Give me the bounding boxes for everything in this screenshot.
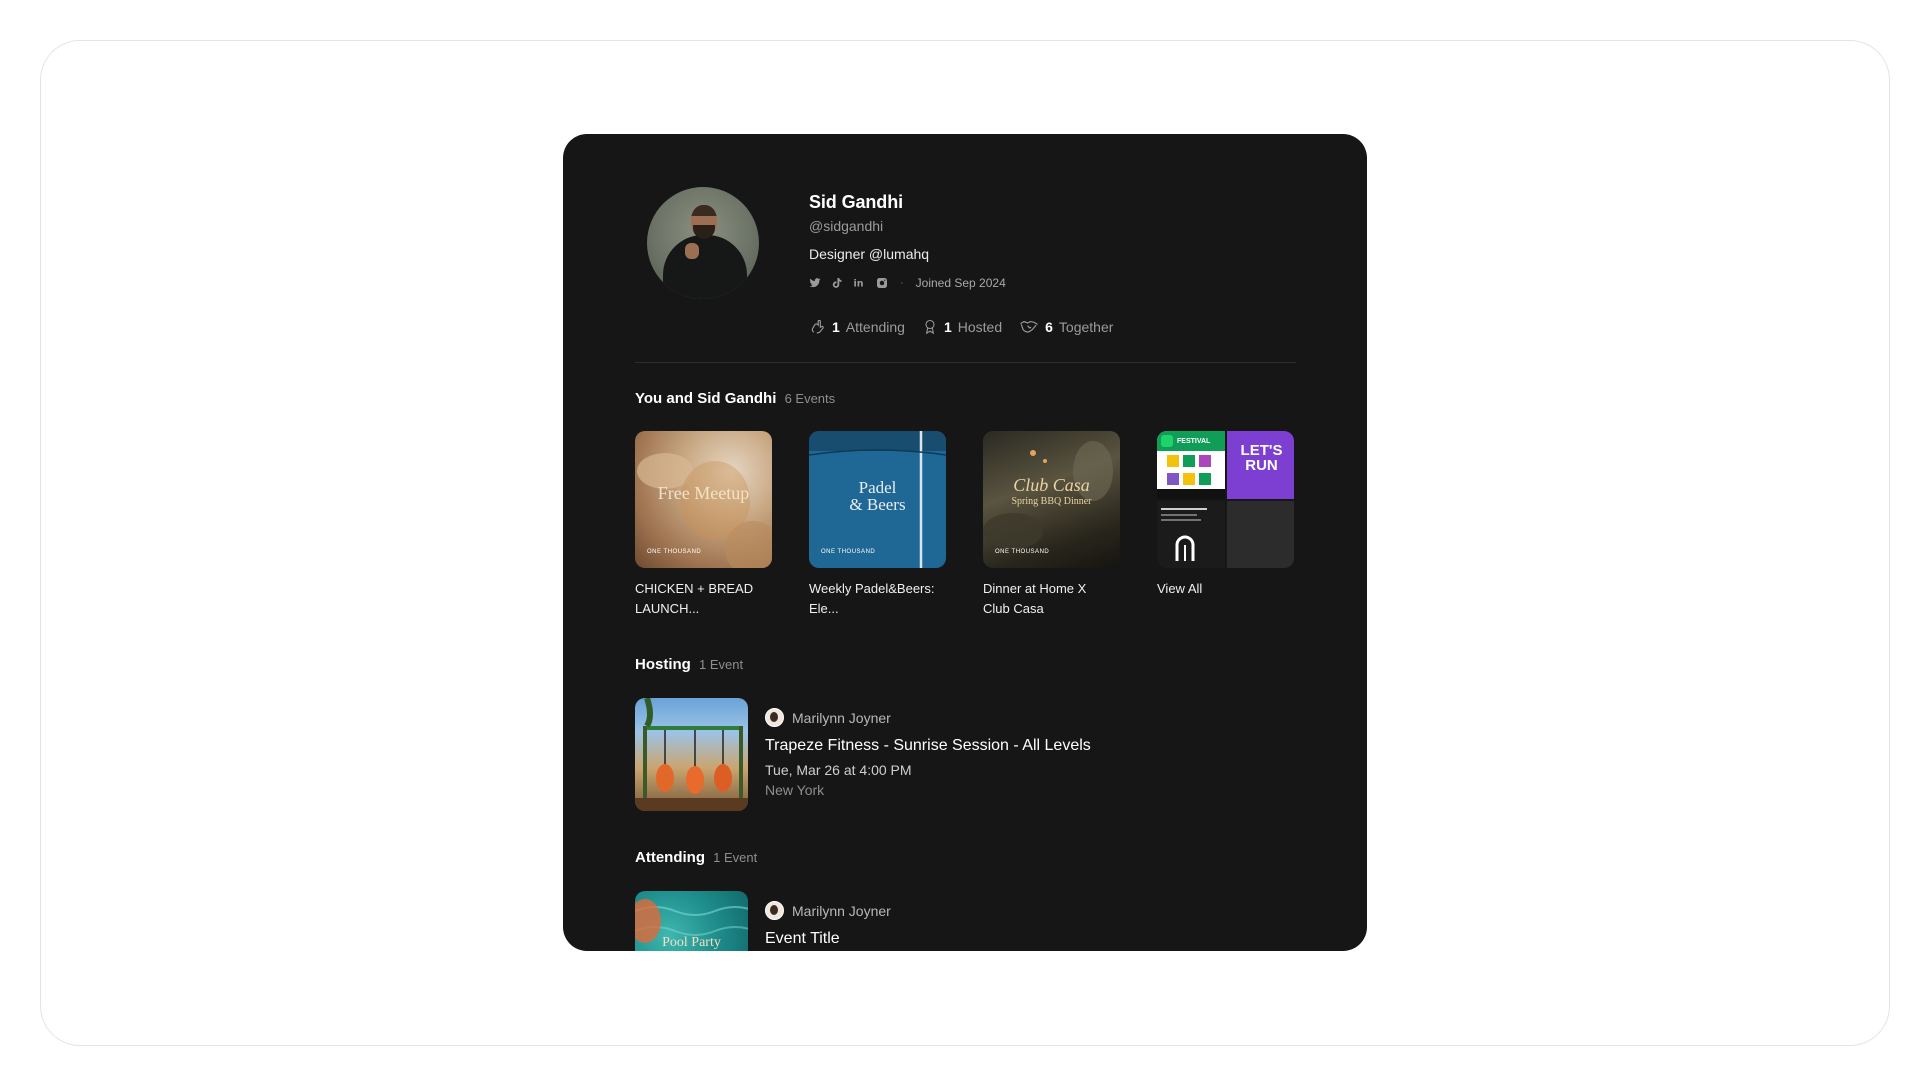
hosting-count: 1 Event	[699, 657, 744, 672]
attending-label: Attending	[845, 318, 905, 335]
event-cover-image: Club Casa Spring BBQ Dinner ONE THOUSAND	[983, 431, 1120, 568]
profile-avatar[interactable]	[647, 187, 759, 299]
stat-together[interactable]: 6 Together	[1019, 318, 1113, 335]
handshake-icon	[1020, 320, 1038, 333]
profile-card: Sid Gandhi @sidgandhi Designer @lumahq i…	[563, 134, 1367, 951]
event-title: Trapeze Fitness - Sunrise Session - All …	[765, 737, 1091, 754]
event-cover-image: Padel & Beers ONE THOUSAND	[809, 431, 946, 568]
host-avatar	[765, 901, 784, 920]
view-all-label: View All	[1157, 581, 1203, 596]
host-avatar	[765, 708, 784, 727]
stat-attending[interactable]: 1 Attending	[809, 318, 905, 335]
event-cover-title-line2: & Beers	[849, 495, 906, 514]
tiktok-icon[interactable]	[831, 277, 843, 289]
hosting-event-row[interactable]: Marilynn Joyner Trapeze Fitness - Sunris…	[635, 698, 1091, 811]
together-count: 6	[1045, 318, 1053, 335]
attending-heading: Attending 1 Event	[635, 849, 757, 866]
event-tile-label: Dinner at Home X Club Casa	[983, 581, 1087, 616]
event-cover-title-line1: Club Casa	[1013, 475, 1090, 495]
attending-event-row[interactable]: Pool Party Marilynn Joyner Event Title	[635, 891, 891, 951]
joined-date: Joined Sep 2024	[915, 276, 1006, 290]
profile-info: Sid Gandhi @sidgandhi Designer @lumahq i…	[809, 192, 1006, 291]
shared-events-count: 6 Events	[784, 391, 836, 406]
event-cover-title-line2: Spring BBQ Dinner	[1011, 496, 1092, 507]
award-icon	[925, 319, 935, 335]
event-title: Event Title	[765, 930, 840, 947]
festival-art-text: FESTIVAL	[1177, 438, 1211, 445]
hosted-label: Hosted	[957, 318, 1003, 335]
event-cover-brand: ONE THOUSAND	[647, 549, 702, 555]
view-all-mosaic: FESTIVAL LET'S RUN	[1157, 431, 1294, 568]
stat-hosted[interactable]: 1 Hosted	[922, 318, 1002, 335]
profile-name: Sid Gandhi	[809, 192, 904, 212]
attending-title: Attending	[635, 849, 705, 866]
profile-handle: @sidgandhi	[809, 218, 884, 234]
header-divider	[635, 362, 1296, 363]
event-cover-title: Pool Party	[662, 935, 721, 950]
event-cover-title-line1: Padel	[858, 478, 897, 497]
run-art-text: LET'S RUN	[1240, 442, 1283, 474]
event-thumbnail	[635, 698, 748, 811]
shared-events-title: You and Sid Gandhi	[635, 390, 777, 407]
hosted-count: 1	[943, 318, 952, 335]
social-links: in · Joined Sep 2024	[809, 275, 1006, 291]
attending-section-count: 1 Event	[713, 850, 758, 865]
event-cover-image: Free Meetup ONE THOUSAND	[635, 431, 772, 568]
profile-bio: Designer @lumahq	[809, 246, 930, 262]
event-thumbnail: Pool Party	[635, 891, 748, 951]
profile-stats: 1 Attending 1 Hosted 6 Together	[809, 318, 1113, 335]
event-cover-brand: ONE THOUSAND	[995, 549, 1050, 555]
event-cover-brand: ONE THOUSAND	[821, 549, 876, 555]
event-cover-title: Free Meetup	[657, 483, 750, 503]
svg-text:in: in	[854, 279, 864, 290]
view-all-tile[interactable]: FESTIVAL LET'S RUN View All	[1157, 431, 1294, 619]
hosting-heading: Hosting 1 Event	[635, 656, 743, 673]
shared-events-grid: Free Meetup ONE THOUSAND CHICKEN + BREAD…	[635, 431, 1294, 619]
hosting-title: Hosting	[635, 656, 691, 673]
twitter-icon[interactable]	[809, 277, 821, 289]
attending-icon	[811, 319, 824, 334]
event-tile[interactable]: Free Meetup ONE THOUSAND CHICKEN + BREAD…	[635, 431, 772, 619]
event-location: New York	[765, 782, 825, 798]
linkedin-icon[interactable]: in	[853, 277, 866, 290]
together-label: Together	[1058, 318, 1114, 335]
separator-dot: ·	[900, 277, 904, 289]
host-name: Marilynn Joyner	[792, 709, 891, 726]
event-date: Tue, Mar 26 at 4:00 PM	[765, 762, 912, 778]
event-tile-label: Weekly Padel&Beers: Ele...	[809, 581, 935, 616]
event-tile[interactable]: Club Casa Spring BBQ Dinner ONE THOUSAND…	[983, 431, 1120, 619]
host-name: Marilynn Joyner	[792, 902, 891, 919]
attending-count: 1	[832, 318, 840, 335]
shared-events-heading: You and Sid Gandhi 6 Events	[635, 390, 835, 407]
event-tile[interactable]: Padel & Beers ONE THOUSAND Weekly Padel&…	[809, 431, 946, 619]
event-tile-label: CHICKEN + BREAD LAUNCH...	[635, 581, 754, 616]
instagram-icon[interactable]	[876, 277, 888, 289]
